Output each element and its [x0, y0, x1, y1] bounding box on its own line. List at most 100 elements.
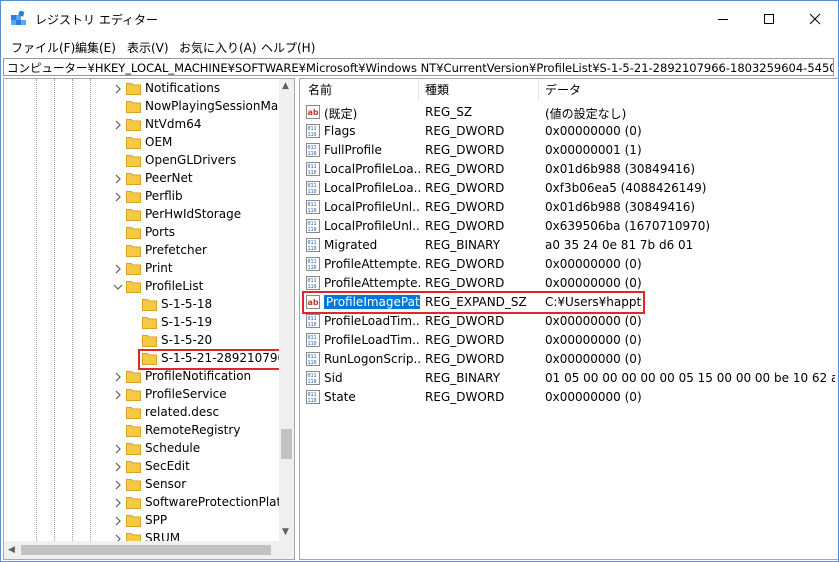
column-header-type[interactable]: 種類	[425, 79, 449, 101]
tree-item[interactable]: SPP	[4, 512, 279, 530]
table-row[interactable]: 011 110 Sid REG_BINARY 01 05 00 00 00 00 00 …	[300, 369, 838, 388]
tree-item[interactable]: SecEdit	[4, 458, 279, 476]
svg-text:110: 110	[308, 284, 317, 290]
tree-horizontal-scroll-thumb[interactable]	[21, 545, 271, 555]
tree-horizontal-scrollbar[interactable]: ◀	[4, 541, 279, 559]
chevron-right-icon[interactable]	[112, 263, 124, 275]
address-path: コンピューター¥HKEY_LOCAL_MACHINE¥SOFTWARE¥Micr…	[7, 61, 834, 75]
tree-item[interactable]: OpenGLDrivers	[4, 152, 279, 170]
table-row[interactable]: 011 110 LocalProfileUnl... REG_DWORD 0x63950…	[300, 217, 838, 236]
chevron-right-icon[interactable]	[112, 83, 124, 95]
menu-file[interactable]: ファイル(F)	[11, 39, 75, 56]
chevron-right-icon[interactable]	[112, 515, 124, 527]
table-row[interactable]: 011 110 State REG_DWORD 0x00000000 (0)	[300, 388, 838, 407]
tree-item[interactable]: related.desc	[4, 404, 279, 422]
table-row[interactable]: 011 110 FullProfile REG_DWORD 0x00000001 (1)	[300, 141, 838, 160]
table-row[interactable]: 011 110 LocalProfileLoa... REG_DWORD 0xf3b06…	[300, 179, 838, 198]
tree-vertical-scroll-thumb[interactable]	[281, 429, 292, 459]
chevron-right-icon[interactable]	[112, 191, 124, 203]
value-data: 0x00000000 (0)	[545, 124, 642, 138]
close-button[interactable]	[792, 1, 838, 37]
tree-item[interactable]: SRUM	[4, 530, 279, 541]
menu-view[interactable]: 表示(V)	[127, 39, 169, 56]
tree-item[interactable]: S-1-5-19	[4, 314, 279, 332]
svg-text:110: 110	[308, 170, 317, 176]
value-data: 0x00000000 (0)	[545, 333, 642, 347]
value-type: REG_DWORD	[425, 124, 505, 138]
tree-item[interactable]: OEM	[4, 134, 279, 152]
tree-item-label: SecEdit	[145, 459, 190, 473]
tree-item[interactable]: Sensor	[4, 476, 279, 494]
binary-value-icon: 011110	[306, 390, 320, 404]
binary-value-icon: 011110	[306, 314, 320, 328]
folder-icon	[126, 407, 141, 419]
tree-item[interactable]: ProfileNotification	[4, 368, 279, 386]
tree-item[interactable]: Print	[4, 260, 279, 278]
tree-item[interactable]: ProfileService	[4, 386, 279, 404]
tree-vertical-scrollbar[interactable]: ▲ ▼	[279, 79, 294, 541]
tree-item[interactable]: Perflib	[4, 188, 279, 206]
chevron-down-icon[interactable]	[112, 281, 124, 293]
address-bar[interactable]: コンピューター¥HKEY_LOCAL_MACHINE¥SOFTWARE¥Micr…	[3, 58, 834, 76]
chevron-right-icon[interactable]	[112, 389, 124, 401]
menu-edit[interactable]: 編集(E)	[75, 39, 116, 56]
column-separator[interactable]	[418, 79, 419, 101]
tree-item[interactable]: SoftwareProtectionPlatfo	[4, 494, 279, 512]
chevron-right-icon[interactable]	[112, 173, 124, 185]
table-row[interactable]: 011 110 Migrated REG_BINARY a0 35 24 0e 81 7…	[300, 236, 838, 255]
column-header-name[interactable]: 名前	[308, 79, 332, 101]
chevron-right-icon[interactable]	[112, 443, 124, 455]
folder-icon	[126, 227, 141, 239]
tree-item[interactable]: PeerNet	[4, 170, 279, 188]
chevron-right-icon[interactable]	[112, 497, 124, 509]
table-row[interactable]: 011 110 ProfileLoadTim... REG_DWORD 0x000000…	[300, 331, 838, 350]
scroll-down-icon[interactable]: ▼	[282, 527, 289, 537]
menu-favorites[interactable]: お気に入り(A)	[179, 39, 257, 56]
tree-item[interactable]: ProfileList	[4, 278, 279, 296]
folder-icon	[126, 533, 141, 541]
table-row[interactable]: 011 110 Flags REG_DWORD 0x00000000 (0)	[300, 122, 838, 141]
chevron-right-icon[interactable]	[112, 533, 124, 541]
minimize-button[interactable]	[700, 1, 746, 37]
chevron-right-icon[interactable]	[112, 479, 124, 491]
tree-item[interactable]: S-1-5-18	[4, 296, 279, 314]
tree-item[interactable]: PerHwIdStorage	[4, 206, 279, 224]
scroll-up-icon[interactable]: ▲	[282, 81, 289, 91]
folder-icon	[126, 281, 141, 293]
chevron-right-icon[interactable]	[112, 119, 124, 131]
column-header-data[interactable]: データ	[545, 79, 581, 101]
tree-item[interactable]: Ports	[4, 224, 279, 242]
binary-value-icon: 011110	[306, 162, 320, 176]
scroll-left-icon[interactable]: ◀	[8, 545, 15, 555]
tree-item[interactable]: NowPlayingSessionMana	[4, 98, 279, 116]
tree-item-label: Ports	[145, 225, 176, 239]
tree-item[interactable]: Notifications	[4, 80, 279, 98]
table-row[interactable]: 011 110 RunLogonScrip... REG_DWORD 0x0000000…	[300, 350, 838, 369]
table-row[interactable]: 011 110 LocalProfileUnl... REG_DWORD 0x01d6b…	[300, 198, 838, 217]
column-separator[interactable]	[538, 79, 539, 101]
registry-editor-app-icon	[11, 11, 26, 25]
tree-item[interactable]: RemoteRegistry	[4, 422, 279, 440]
table-row[interactable]: 011 110 ProfileLoadTim... REG_DWORD 0x000000…	[300, 312, 838, 331]
chevron-right-icon[interactable]	[112, 371, 124, 383]
menu-help[interactable]: ヘルプ(H)	[261, 39, 315, 56]
tree-item[interactable]: NtVdm64	[4, 116, 279, 134]
table-row[interactable]: 011 110 LocalProfileLoa... REG_DWORD 0x01d6b…	[300, 160, 838, 179]
tree-item-label: SPP	[145, 513, 168, 527]
value-data: 0x00000000 (0)	[545, 314, 642, 328]
binary-value-icon: 011110	[306, 333, 320, 347]
value-name: FullProfile	[324, 143, 382, 157]
table-row[interactable]: ab (既定) REG_SZ (値の設定なし)	[300, 103, 838, 122]
tree-item[interactable]: Prefetcher	[4, 242, 279, 260]
title-bar[interactable]: レジストリ エディター	[1, 1, 838, 37]
value-name: RunLogonScrip...	[324, 352, 420, 366]
key-tree-pane: Notifications NowPlayingSessionMana NtVdm6…	[3, 78, 295, 560]
table-row[interactable]: 011 110 ProfileAttempte... REG_DWORD 0x00000…	[300, 255, 838, 274]
chevron-right-icon[interactable]	[112, 461, 124, 473]
tree-item[interactable]: Schedule	[4, 440, 279, 458]
maximize-button[interactable]	[746, 1, 792, 37]
value-name: State	[324, 390, 356, 404]
tree-item-label: SoftwareProtectionPlatfo	[145, 495, 279, 509]
tree-item[interactable]: S-1-5-20	[4, 332, 279, 350]
binary-value-icon: 011110	[306, 124, 320, 138]
